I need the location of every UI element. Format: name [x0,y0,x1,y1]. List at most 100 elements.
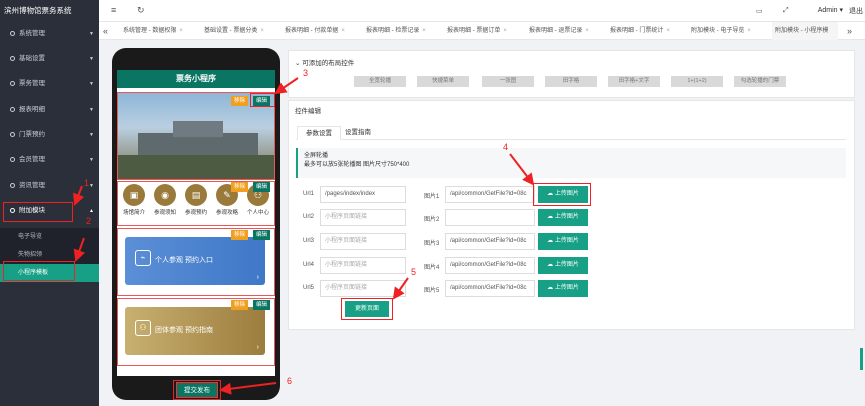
remove-button[interactable]: 移除 [231,182,249,192]
edit-button[interactable]: 编辑 [253,182,271,192]
upload-image-button[interactable]: ☁ 上传图片 [538,209,588,226]
calendar-icon: ▤ [185,184,207,206]
annotation-number: 3 [303,68,309,78]
tab-item[interactable]: 报表明细 - 门票统计 × [610,22,670,40]
panel-header: 控件编辑 [295,108,321,115]
tab-item[interactable]: 报表明细 - 付款单据 × [285,22,345,40]
url-input[interactable]: 小程序页面链接 [320,257,406,274]
url-input[interactable]: 小程序页面链接 [320,209,406,226]
tab-item[interactable]: 附加模块 - 电子导览 × [691,22,751,40]
circle-icon [10,30,15,36]
image-input[interactable]: /api/common/GetFile?id=08c [445,186,535,203]
menu-icon[interactable]: ≡ [111,5,116,15]
url-label: Url3 [303,238,315,244]
annotation-number: 2 [86,216,92,226]
layout-control-button[interactable]: 快捷菜单 [417,76,469,87]
circle-icon [10,55,15,61]
url-label: Url1 [303,191,315,197]
sidebar-subitem-guide[interactable]: 电子导览 [0,228,99,246]
annotation-number: 6 [287,376,293,386]
caret-down-icon: ▼ [89,56,94,62]
image-label: 图片5 [424,288,440,294]
sidebar-item-tickets[interactable]: 票务管理 ▼ [0,74,99,94]
image-label: 图片4 [424,265,440,271]
layout-control-button[interactable]: 全宽轮播 [354,76,406,87]
sidebar-item-reservation[interactable]: 门票预约 ▼ [0,125,99,145]
caret-down-icon: ▼ [89,31,94,37]
annotation-box [341,298,393,320]
tab-item[interactable]: 基础设置 - 票据分类 × [204,22,264,40]
upload-image-button[interactable]: ☁ 上传图片 [538,257,588,274]
circle-icon [10,156,15,162]
tab-guide[interactable]: 设置指南 [337,126,379,140]
annotation-number: 1 [84,178,90,188]
sidebar-item-system[interactable]: 系统管理 ▼ [0,24,99,44]
sidebar-item-members[interactable]: 会员管理 ▼ [0,150,99,170]
scrollbar-indicator[interactable] [860,348,863,370]
caret-down-icon: ▼ [89,132,94,138]
user-menu[interactable]: Admin ▾ [818,6,843,14]
app-title: 滨州博物馆票务系统 [4,6,72,15]
venue-icon: ▣ [123,184,145,206]
layout-control-button[interactable]: 1+(1+2) [671,76,723,87]
sound-icon: ◉ [154,184,176,206]
remove-button[interactable]: 移除 [231,96,249,106]
tab-bar: « 系统管理 - 数据权限 × 基础设置 - 票据分类 × 报表明细 - 付款单据 ×… [99,22,865,40]
tab-item[interactable]: 系统管理 - 数据权限 × [123,22,183,40]
topbar: ≡ ↻ ▭ ⤢ Admin ▾ 退出 [99,0,865,22]
image-input[interactable]: /api/common/GetFile?id=08c [445,257,535,274]
layout-control-button[interactable]: 一张图 [482,76,534,87]
ticket-icon: ⌁ [135,250,151,266]
quick-menu: ▣ 场馆简介 ◉ 参观须知 ▤ 参观预约 ✎ 参观攻略 ⚇ 个人中心 [117,181,275,226]
tab-params[interactable]: 参数设置 [297,126,341,140]
entry-block-group[interactable]: ⚇ 团体参观 预约指南 › [117,298,275,366]
remove-button[interactable]: 移除 [231,230,249,240]
image-input[interactable] [445,209,535,226]
logout-link[interactable]: 退出 [849,6,863,16]
upload-image-button[interactable]: ☁ 上传图片 [538,280,588,297]
layout-control-button[interactable]: 田字格+文字 [608,76,660,87]
layout-controls-panel: ⌄ 可添加的布局控件 [288,50,855,98]
quick-item[interactable]: ▣ 场馆简介 [119,184,149,216]
tab-item[interactable]: 报表明细 - 检票记录 × [366,22,426,40]
tab-item-active[interactable]: 附加模块 - 小程序模 [772,22,838,40]
remove-button[interactable]: 移除 [231,300,249,310]
fullscreen-icon[interactable]: ⤢ [783,7,789,15]
layout-control-button[interactable]: 勾选轮播的门票 [734,76,786,87]
annotation-number: 4 [503,142,509,152]
sidebar-item-basic[interactable]: 基础设置 ▼ [0,49,99,69]
cloud-upload-icon: ☁ [547,285,555,291]
circle-icon [10,131,15,137]
edit-button[interactable]: 编辑 [253,300,271,310]
annotation-box [533,183,591,206]
tab-scroll-right-icon[interactable]: » [847,22,852,40]
image-input[interactable]: /api/common/GetFile?id=08c [445,280,535,297]
tab-item[interactable]: 报表明细 - 退票记录 × [529,22,589,40]
caret-down-icon: ▾ [839,7,843,14]
layout-control-button[interactable]: 田字格 [545,76,597,87]
cloud-upload-icon: ☁ [547,214,555,220]
url-input[interactable]: 小程序页面链接 [320,233,406,250]
image-label: 图片1 [424,194,440,200]
arrow-right-icon: › [256,344,259,351]
entry-block-personal[interactable]: ⌁ 个人参观 预约入口 › [117,228,275,296]
quick-item[interactable]: ◉ 参观须知 [150,184,180,216]
annotation-number: 5 [411,267,417,277]
annotation-box [3,261,75,281]
tab-scroll-left-icon[interactable]: « [103,22,108,40]
caret-down-icon: ▼ [89,107,94,113]
annotation-box [250,93,275,107]
refresh-icon[interactable]: ↻ [137,5,145,16]
quick-item[interactable]: ▤ 参观预约 [181,184,211,216]
edit-button[interactable]: 编辑 [253,230,271,240]
tab-item[interactable]: 报表明细 - 票据订单 × [447,22,507,40]
sidebar-item-reports[interactable]: 报表明细 ▼ [0,100,99,120]
url-input[interactable]: /pages/index/index [320,186,406,203]
url-input[interactable]: 小程序页面链接 [320,280,406,297]
url-label: Url2 [303,214,315,220]
image-input[interactable]: /api/common/GetFile?id=08c [445,233,535,250]
circle-icon [10,106,15,112]
panel-header: ⌄ 可添加的布局控件 [295,60,355,67]
chat-icon[interactable]: ▭ [756,7,763,15]
upload-image-button[interactable]: ☁ 上传图片 [538,233,588,250]
